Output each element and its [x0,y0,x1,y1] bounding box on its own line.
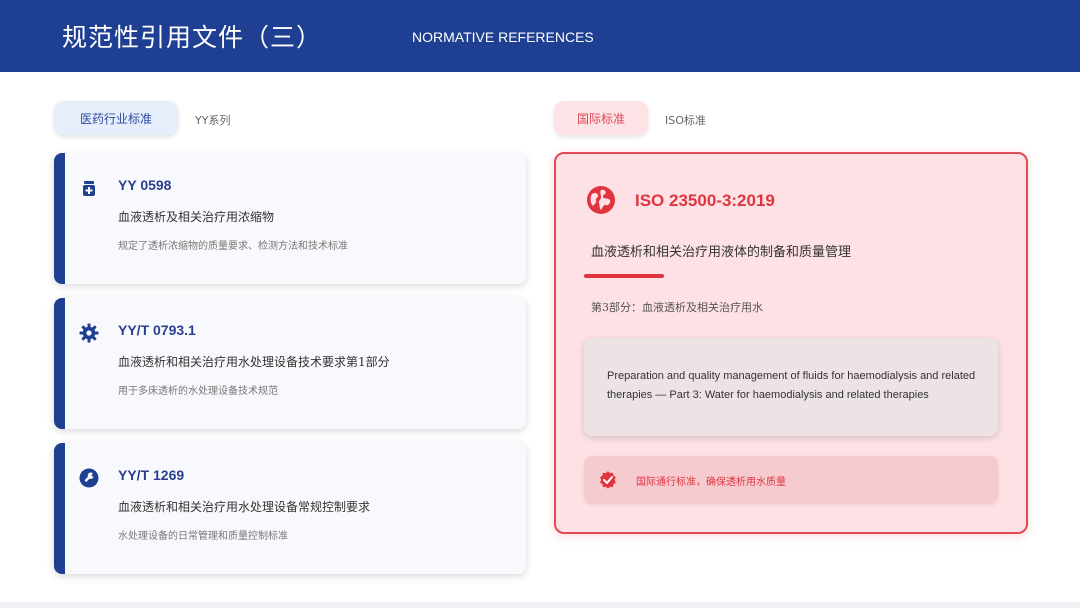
industry-standard-tab[interactable]: 医药行业标准 [54,101,178,135]
international-standard-note: ISO标准 [665,114,706,127]
check-badge-icon [600,471,616,489]
header-bar: 规范性引用文件（三） NORMATIVE REFERENCES [0,0,1080,72]
iso-note-box: 国际通行标准，确保透析用水质量 [584,456,998,504]
standard-card-yyt0793[interactable]: YY/T 0793.1 血液透析和相关治疗用水处理设备技术要求第1部分 用于多床… [54,298,526,429]
standard-title: 血液透析和相关治疗用水处理设备常规控制要求 [118,500,371,514]
gear-icon [79,323,99,343]
iso-title: 血液透析和相关治疗用液体的制备和质量管理 [591,245,852,260]
globe-icon [587,186,615,214]
standard-code: YY 0598 [118,177,172,193]
title-underline [584,274,664,278]
standard-title: 血液透析及相关治疗用浓缩物 [118,210,275,224]
page-title: 规范性引用文件（三） [62,23,323,52]
medicine-bottle-icon [83,181,95,196]
page-subtitle: NORMATIVE REFERENCES [412,29,594,45]
iso-part: 第3部分：血液透析及相关治疗用水 [591,301,763,314]
english-title-box: Preparation and quality management of fl… [584,338,998,436]
card-accent-bar [54,443,65,574]
card-accent-bar [54,153,65,284]
standard-card-yyt1269[interactable]: YY/T 1269 血液透析和相关治疗用水处理设备常规控制要求 水处理设备的日常… [54,443,526,574]
industry-standard-note: YY系列 [195,114,231,127]
standard-code: YY/T 0793.1 [118,322,196,338]
iso-note-text: 国际通行标准，确保透析用水质量 [636,477,786,488]
bottom-divider [0,602,1080,608]
english-title: Preparation and quality management of fl… [607,370,976,401]
standard-description: 水处理设备的日常管理和质量控制标准 [118,531,288,542]
iso-code: ISO 23500-3:2019 [635,191,775,210]
standard-description: 规定了透析浓缩物的质量要求、检测方法和技术标准 [118,241,348,252]
international-standard-tab[interactable]: 国际标准 [554,101,648,135]
standard-description: 用于多床透析的水处理设备技术规范 [118,386,278,397]
iso-standard-card[interactable]: ISO 23500-3:2019 血液透析和相关治疗用液体的制备和质量管理 第3… [554,152,1028,534]
standard-card-yy0598[interactable]: YY 0598 血液透析及相关治疗用浓缩物 规定了透析浓缩物的质量要求、检测方法… [54,153,526,284]
standard-code: YY/T 1269 [118,467,185,483]
standard-title: 血液透析和相关治疗用水处理设备技术要求第1部分 [118,355,390,369]
card-accent-bar [54,298,65,429]
wrench-icon [79,468,99,488]
